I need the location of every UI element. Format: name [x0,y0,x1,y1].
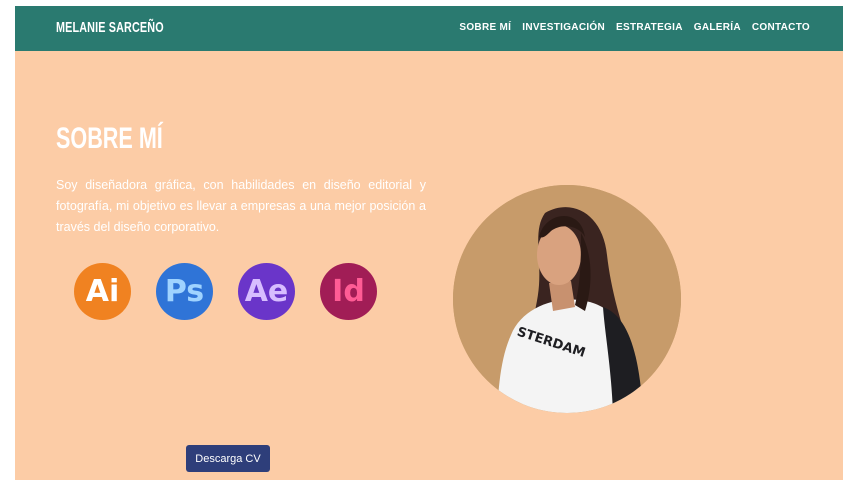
download-cv-button[interactable]: Descarga CV [186,445,270,472]
profile-photo: STERDAM [453,185,681,413]
adobe-indesign-icon: Id [320,263,377,320]
page: MELANIE SARCEÑO SOBRE MÍ INVESTIGACIÓN E… [15,6,843,480]
nav-link-sobre-mi[interactable]: SOBRE MÍ [459,22,511,33]
brand-logo[interactable]: MELANIE SARCEÑO [56,19,164,36]
adobe-after-effects-icon: Ae [238,263,295,320]
nav-link-estrategia[interactable]: ESTRATEGIA [616,22,683,33]
nav-link-galeria[interactable]: GALERÍA [694,22,741,33]
navbar: MELANIE SARCEÑO SOBRE MÍ INVESTIGACIÓN E… [15,6,843,51]
adobe-illustrator-icon: Ai [74,263,131,320]
skills-icons: Ai Ps Ae Id [74,263,377,320]
section-title: SOBRE MÍ [56,122,163,155]
nav-link-contacto[interactable]: CONTACTO [752,22,810,33]
adobe-photoshop-icon: Ps [156,263,213,320]
portrait-illustration: STERDAM [453,185,681,413]
main-nav: SOBRE MÍ INVESTIGACIÓN ESTRATEGIA GALERÍ… [459,22,810,33]
nav-link-investigacion[interactable]: INVESTIGACIÓN [522,22,605,33]
bio-text: Soy diseñadora gráfica, con habilidades … [56,178,426,234]
